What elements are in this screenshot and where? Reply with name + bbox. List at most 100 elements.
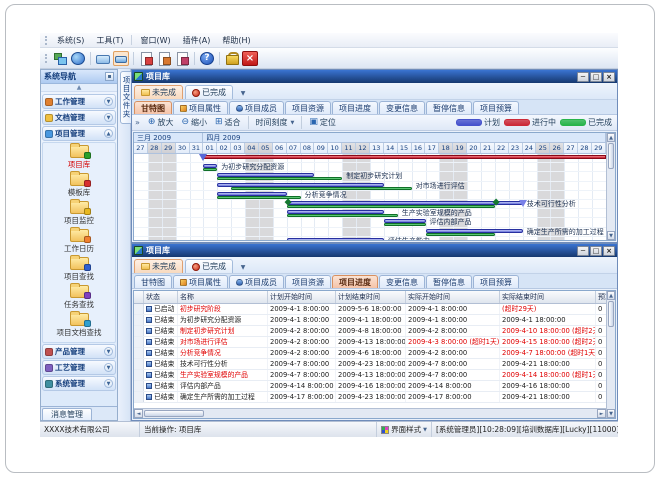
chevron-up-icon[interactable]: ▲ [104, 129, 113, 138]
chevron-down-icon[interactable]: ▼ [104, 347, 113, 356]
tab-项目资源[interactable]: 项目资源 [285, 101, 331, 114]
menu-tools[interactable]: 工具(T) [90, 34, 129, 47]
planned-bar[interactable] [287, 238, 384, 240]
table-row[interactable]: 已结束技术可行性分析2009-4-7 8:00:002009-4-23 18:0… [134, 359, 606, 370]
maximize-button[interactable]: □ [590, 72, 602, 82]
network-icon[interactable] [52, 51, 68, 66]
folder-closed-icon[interactable] [95, 51, 111, 66]
menu-plugin[interactable]: 插件(A) [177, 34, 217, 47]
table-row[interactable]: 已结束分析竞争情况2009-4-2 8:00:002009-4-6 18:00:… [134, 348, 606, 359]
table-row[interactable]: 已结束生产实验室规模的产品2009-4-7 8:00:002009-4-13 1… [134, 370, 606, 381]
exit-icon[interactable] [242, 51, 258, 66]
sidebar-section-1[interactable]: 工作管理▼ [42, 94, 116, 109]
column-header-计划结束时间[interactable]: 计划结束时间 [336, 291, 406, 303]
chevron-down-icon[interactable]: ▼ [104, 379, 113, 388]
maximize-button[interactable]: □ [590, 246, 602, 256]
filter-more-button[interactable]: ▼ [237, 261, 249, 273]
table-vertical-scrollbar[interactable]: ▲ ▼ [606, 291, 615, 418]
scroll-down-icon[interactable]: ▼ [607, 231, 615, 240]
chevron-down-icon[interactable]: ▼ [104, 363, 113, 372]
inprogress-bar[interactable] [203, 155, 606, 159]
filter-tab-已完成[interactable]: 已完成 [185, 259, 233, 273]
zoom-fit-button[interactable]: ⊞适合 [211, 116, 245, 129]
report-icon-2[interactable] [156, 51, 172, 66]
filter-tab-未完成[interactable]: 未完成 [134, 85, 183, 99]
sidebar-section-2[interactable]: 文档管理▼ [42, 110, 116, 125]
tab-项目进度[interactable]: 项目进度 [332, 275, 378, 288]
tab-甘特图[interactable]: 甘特图 [134, 101, 172, 114]
gantt-vertical-scrollbar[interactable]: ▲ ▼ [606, 133, 615, 240]
completed-bar[interactable] [203, 168, 217, 171]
menu-window[interactable]: 窗口(W) [134, 34, 176, 47]
close-button[interactable]: × [603, 246, 615, 256]
report-icon-1[interactable] [138, 51, 154, 66]
minimize-button[interactable]: ─ [577, 246, 589, 256]
sidebar-item-项目文档查找[interactable]: 项目文档查找 [57, 313, 102, 338]
tab-message-management[interactable]: 消息管理 [42, 408, 92, 420]
tab-暂停信息[interactable]: 暂停信息 [426, 275, 472, 288]
minimize-button[interactable]: ─ [577, 72, 589, 82]
close-button[interactable]: × [603, 72, 615, 82]
column-header-实际开始时间[interactable]: 实际开始时间 [406, 291, 500, 303]
sidebar-item-模板库[interactable]: 模板库 [68, 173, 91, 198]
tab-项目预算[interactable]: 项目预算 [473, 101, 519, 114]
column-header-名称[interactable]: 名称 [178, 291, 268, 303]
scroll-right-icon[interactable]: ► [597, 409, 606, 418]
scroll-down-icon[interactable]: ▼ [607, 409, 615, 418]
ui-style-button[interactable]: 界面样式 ▼ [377, 422, 432, 437]
tab-项目成员[interactable]: 项目成员 [229, 275, 284, 288]
tab-项目预算[interactable]: 项目预算 [473, 275, 519, 288]
report-icon-3[interactable] [174, 51, 190, 66]
table-row[interactable]: 已结束为初步研究分配资源2009-4-1 8:00:002009-4-1 18:… [134, 315, 606, 326]
tab-变更信息[interactable]: 变更信息 [379, 275, 425, 288]
sidebar-item-任务查找[interactable]: 任务查找 [64, 285, 94, 310]
sidebar-item-项目监控[interactable]: 项目监控 [64, 201, 94, 226]
scroll-left-icon[interactable]: ◄ [134, 409, 143, 418]
timescale-button[interactable]: 时间刻度▼ [252, 116, 299, 129]
scroll-up-icon[interactable]: ▲ [607, 133, 615, 142]
scroll-thumb[interactable] [608, 143, 614, 169]
locate-button[interactable]: ▣定位 [305, 116, 340, 129]
table-row[interactable]: 已结束确定生产所需的加工过程2009-4-17 8:00:002009-4-23… [134, 392, 606, 403]
scroll-thumb[interactable] [144, 410, 204, 417]
sidebar-section-6[interactable]: 系统管理▼ [42, 376, 116, 391]
tab-暂停信息[interactable]: 暂停信息 [426, 101, 472, 114]
tab-项目资源[interactable]: 项目资源 [285, 275, 331, 288]
more-buttons-icon[interactable]: » [135, 118, 140, 127]
gantt-window-titlebar[interactable]: 项目库 ─ □ × [132, 70, 617, 83]
completed-bar[interactable] [231, 187, 411, 190]
pin-icon[interactable]: ▪ [105, 72, 114, 81]
menu-help[interactable]: 帮助(H) [216, 34, 256, 47]
filter-tab-未完成[interactable]: 未完成 [134, 259, 183, 273]
tab-甘特图[interactable]: 甘特图 [134, 275, 172, 288]
zoom-out-button[interactable]: ⊖缩小 [177, 116, 211, 129]
table-window-titlebar[interactable]: 项目库 ─ □ × [132, 244, 617, 257]
table-row[interactable]: 已结束评估内部产品2009-4-14 8:00:002009-4-16 18:0… [134, 381, 606, 392]
zoom-in-button[interactable]: ⊕放大 [144, 116, 178, 129]
sidebar-section-3[interactable]: 项目管理▲ [42, 126, 116, 141]
filter-tab-已完成[interactable]: 已完成 [185, 85, 233, 99]
menu-system[interactable]: 系统(S) [51, 34, 90, 47]
scroll-up-icon[interactable]: ▲ [607, 291, 615, 300]
column-header-预算[interactable]: 预算 [596, 291, 606, 303]
table-horizontal-scrollbar[interactable]: ◄ ► [134, 408, 606, 418]
completed-bar[interactable] [217, 177, 342, 180]
globe-icon[interactable] [70, 51, 86, 66]
sidebar-item-项目查找[interactable]: 项目查找 [64, 257, 94, 282]
planned-bar[interactable] [426, 229, 523, 233]
planned-bar[interactable] [217, 183, 384, 187]
sidebar-section-4[interactable]: 产品管理▼ [42, 344, 116, 359]
help-icon[interactable] [199, 51, 215, 66]
tab-变更信息[interactable]: 变更信息 [379, 101, 425, 114]
folder-open-icon[interactable] [113, 51, 129, 66]
scroll-thumb[interactable] [608, 301, 614, 327]
sidebar-item-工作日历[interactable]: 工作日历 [64, 229, 94, 254]
table-row[interactable]: 已启动初步研究阶段2009-4-1 8:00:002009-5-6 18:00:… [134, 304, 606, 315]
sidebar-section-5[interactable]: 工艺管理▼ [42, 360, 116, 375]
table-row[interactable]: 已结束对市场进行评估2009-4-2 8:00:002009-4-13 18:0… [134, 337, 606, 348]
chevron-down-icon[interactable]: ▼ [104, 113, 113, 122]
column-header-状态[interactable]: 状态 [144, 291, 178, 303]
chevron-down-icon[interactable]: ▼ [104, 97, 113, 106]
sidebar-collapse-button[interactable]: ▲ [41, 84, 117, 92]
tab-项目属性[interactable]: 项目属性 [173, 275, 228, 288]
